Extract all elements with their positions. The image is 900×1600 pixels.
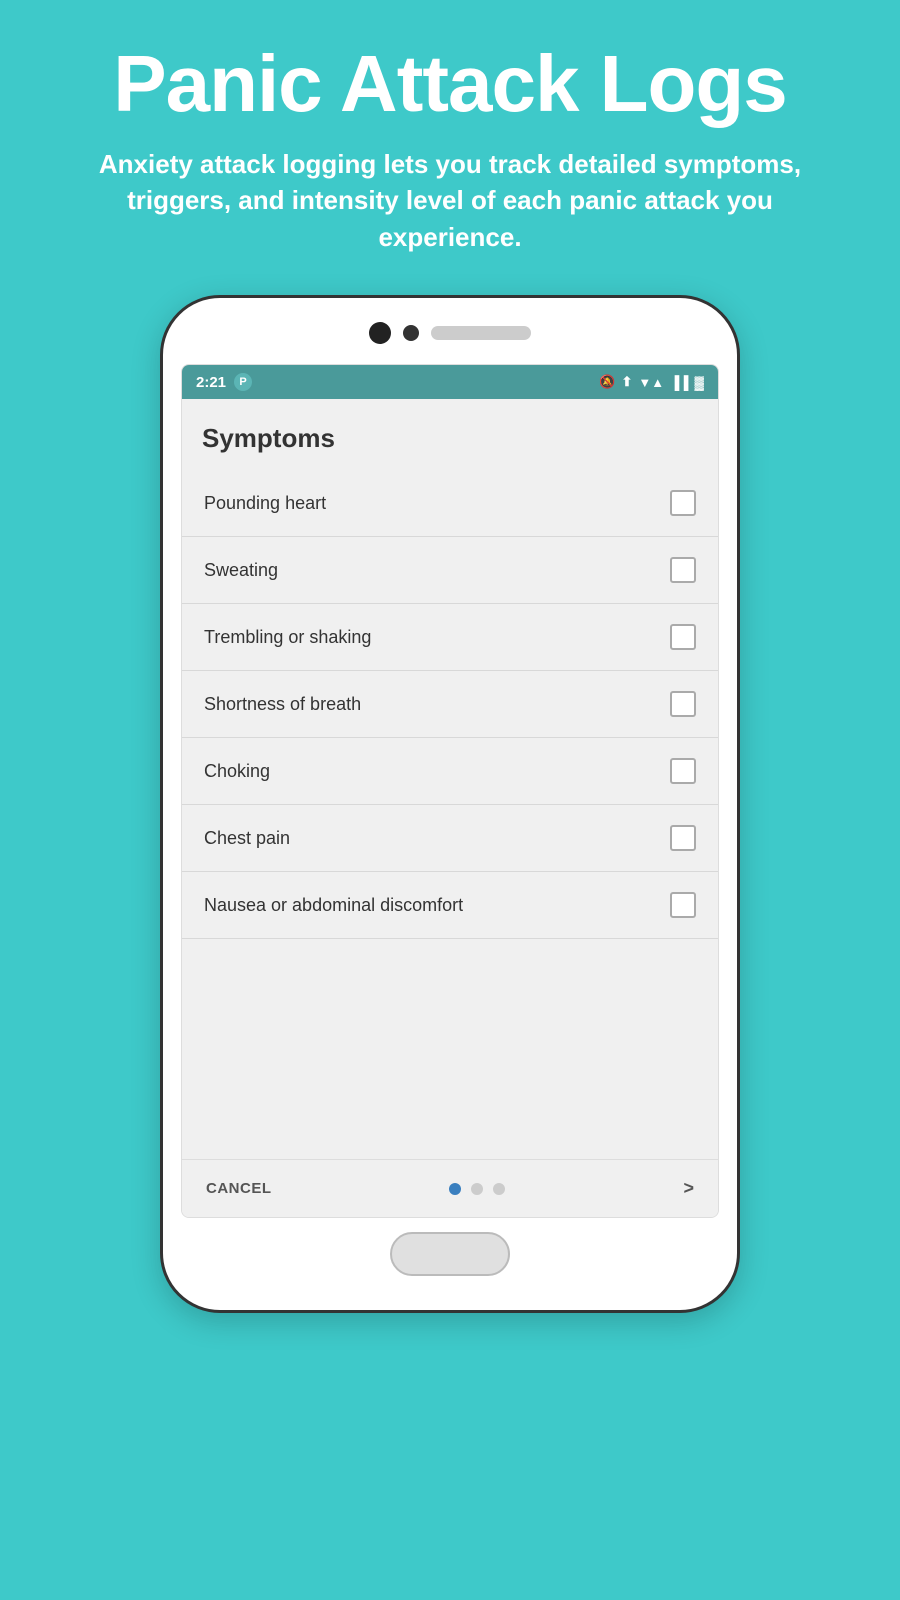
checkbox-nausea[interactable] <box>670 892 696 918</box>
symptom-item-sweating[interactable]: Sweating <box>182 537 718 604</box>
checkbox-chest-pain[interactable] <box>670 825 696 851</box>
status-bar: 2:21 P 🔕 ⬆ ▼▲ ▐▐ ▓ <box>182 365 718 399</box>
symptom-label: Nausea or abdominal discomfort <box>204 895 463 916</box>
symptom-item-pounding-heart[interactable]: Pounding heart <box>182 470 718 537</box>
dot-1 <box>449 1183 461 1195</box>
cancel-button[interactable]: CANCEL <box>206 1180 272 1197</box>
app-content: Symptoms Pounding heart Sweating Trembli… <box>182 399 718 1217</box>
phone-outer: 2:21 P 🔕 ⬆ ▼▲ ▐▐ ▓ Symptoms Pounding hea… <box>160 295 740 1313</box>
symptom-list: Pounding heart Sweating Trembling or sha… <box>182 470 718 939</box>
phone-top-bar <box>181 316 719 352</box>
symptom-item-trembling[interactable]: Trembling or shaking <box>182 604 718 671</box>
checkbox-pounding-heart[interactable] <box>670 490 696 516</box>
mute-icon: 🔕 <box>599 374 615 390</box>
checkbox-choking[interactable] <box>670 758 696 784</box>
checkbox-shortness[interactable] <box>670 691 696 717</box>
symptom-label: Chest pain <box>204 828 290 849</box>
phone-bottom <box>181 1218 719 1292</box>
checkbox-sweating[interactable] <box>670 557 696 583</box>
empty-space <box>182 939 718 1159</box>
symptom-item-nausea[interactable]: Nausea or abdominal discomfort <box>182 872 718 939</box>
battery-icon: ▓ <box>695 375 704 390</box>
phone-screen: 2:21 P 🔕 ⬆ ▼▲ ▐▐ ▓ Symptoms Pounding hea… <box>181 364 719 1218</box>
symptom-label: Trembling or shaking <box>204 627 371 648</box>
camera-icon <box>369 322 391 344</box>
speaker-bar <box>431 326 531 340</box>
sync-icon: ⬆ <box>621 374 632 390</box>
page-subtitle: Anxiety attack logging lets you track de… <box>60 146 840 255</box>
status-right: 🔕 ⬆ ▼▲ ▐▐ ▓ <box>599 374 704 390</box>
symptom-item-shortness[interactable]: Shortness of breath <box>182 671 718 738</box>
symptom-item-choking[interactable]: Choking <box>182 738 718 805</box>
bottom-nav: CANCEL > <box>182 1159 718 1217</box>
dot-2 <box>471 1183 483 1195</box>
symptom-label: Shortness of breath <box>204 694 361 715</box>
p-icon: P <box>234 373 252 391</box>
symptom-label: Choking <box>204 761 270 782</box>
page-title: Panic Attack Logs <box>60 40 840 128</box>
status-time: 2:21 <box>196 374 226 391</box>
symptom-label: Sweating <box>204 560 278 581</box>
symptoms-title: Symptoms <box>182 399 718 470</box>
symptom-label: Pounding heart <box>204 493 326 514</box>
status-left: 2:21 P <box>196 373 252 391</box>
home-button[interactable] <box>390 1232 510 1276</box>
phone-mockup: 2:21 P 🔕 ⬆ ▼▲ ▐▐ ▓ Symptoms Pounding hea… <box>160 295 740 1313</box>
page-dots <box>449 1183 505 1195</box>
header-section: Panic Attack Logs Anxiety attack logging… <box>0 0 900 285</box>
signal-icon: ▐▐ <box>670 375 688 390</box>
wifi-icon: ▼▲ <box>638 375 664 390</box>
sensor-icon <box>403 325 419 341</box>
next-button[interactable]: > <box>683 1178 694 1199</box>
checkbox-trembling[interactable] <box>670 624 696 650</box>
dot-3 <box>493 1183 505 1195</box>
symptom-item-chest-pain[interactable]: Chest pain <box>182 805 718 872</box>
